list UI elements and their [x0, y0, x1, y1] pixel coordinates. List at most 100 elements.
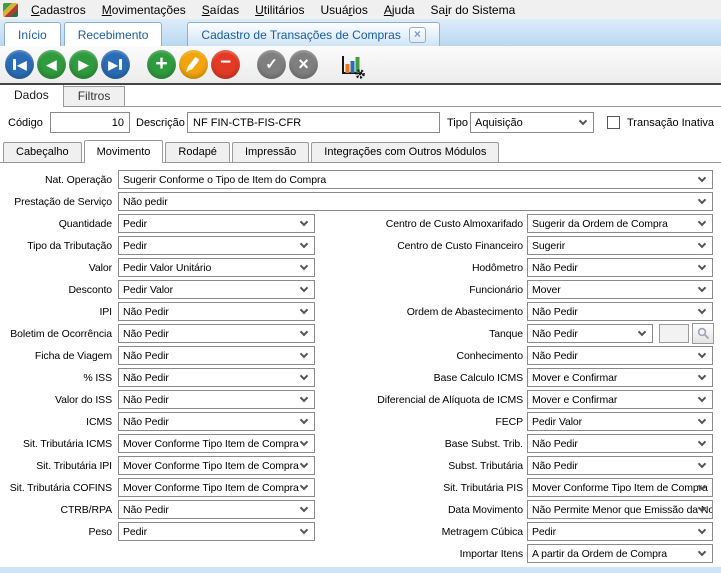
- section-tabs: CabeçalhoMovimentoRodapéImpressãoIntegra…: [0, 140, 721, 163]
- form-row: ValorPedir Valor UnitárioHodômetroNão Pe…: [0, 257, 721, 279]
- label-importar-itens: Importar Itens: [330, 548, 523, 560]
- chevron-down-icon: [698, 283, 706, 291]
- form-row: IPINão PedirOrdem de AbastecimentoNão Pe…: [0, 301, 721, 323]
- select-hodometro[interactable]: Não Pedir: [527, 258, 713, 277]
- select-diferencial-de-aliquota-de-icms[interactable]: Mover e Confirmar: [527, 390, 713, 409]
- select-iss[interactable]: Não Pedir: [118, 368, 315, 387]
- select-valor-do-iss[interactable]: Não Pedir: [118, 390, 315, 409]
- form-row: Sit. Tributária IPIMover Conforme Tipo I…: [0, 455, 721, 477]
- delete-record-button[interactable]: −: [211, 50, 240, 79]
- label-centro-de-custo-financeiro: Centro de Custo Financeiro: [330, 240, 523, 252]
- transacao-inativa-label: Transação Inativa: [627, 117, 714, 129]
- select-subst-tributaria[interactable]: Não Pedir: [527, 456, 713, 475]
- label-prestacao-de-servico: Prestação de Serviço: [0, 196, 112, 208]
- subtab-impressao[interactable]: Impressão: [232, 142, 309, 162]
- next-record-button[interactable]: ▶: [69, 50, 98, 79]
- form-row: Tipo da TributaçãoPedirCentro de Custo F…: [0, 235, 721, 257]
- chevron-down-icon: [300, 525, 308, 533]
- select-icms[interactable]: Não Pedir: [118, 412, 315, 431]
- subtab-movimento[interactable]: Movimento: [84, 140, 164, 163]
- document-tabstrip: Início Recebimento Cadastro de Transações …: [0, 19, 721, 46]
- left-triangle-icon: ◀: [17, 59, 26, 71]
- select-base-subst-trib[interactable]: Não Pedir: [527, 434, 713, 453]
- select-ctrb-rpa[interactable]: Não Pedir: [118, 500, 315, 519]
- toolbar: ◀◀▶▶+−✓×: [0, 46, 721, 83]
- select-data-movimento[interactable]: Não Permite Menor que Emissão da Nota: [527, 500, 713, 519]
- descricao-input[interactable]: [187, 112, 440, 133]
- report-chart-button[interactable]: [335, 50, 367, 80]
- select-centro-de-custo-almoxarifado[interactable]: Sugerir da Ordem de Compra: [527, 214, 713, 233]
- label-centro-de-custo-almoxarifado: Centro de Custo Almoxarifado: [330, 218, 523, 230]
- select-valor[interactable]: Pedir Valor Unitário: [118, 258, 315, 277]
- select-peso[interactable]: Pedir: [118, 522, 315, 541]
- first-record-button[interactable]: ◀: [5, 50, 34, 79]
- tanque-search-button[interactable]: [692, 323, 714, 344]
- menu-item-utilitarios[interactable]: Utilitários: [247, 2, 312, 18]
- select-desconto[interactable]: Pedir Valor: [118, 280, 315, 299]
- codigo-label: Código: [8, 117, 43, 129]
- menu-item-sair-do-sistema[interactable]: Sair do Sistema: [423, 2, 524, 18]
- select-nat-operacao[interactable]: Sugerir Conforme o Tipo de Item do Compr…: [118, 170, 713, 189]
- select-metragem-cubica[interactable]: Pedir: [527, 522, 713, 541]
- select-centro-de-custo-financeiro[interactable]: Sugerir: [527, 236, 713, 255]
- label-sit-tributaria-pis: Sit. Tributária PIS: [330, 482, 523, 494]
- select-conhecimento[interactable]: Não Pedir: [527, 346, 713, 365]
- select-funcionario[interactable]: Mover: [527, 280, 713, 299]
- subtab-cabecalho[interactable]: Cabeçalho: [3, 142, 82, 162]
- close-icon[interactable]: ×: [409, 27, 426, 43]
- select-boletim-de-ocorrencia[interactable]: Não Pedir: [118, 324, 315, 343]
- menu-item-saidas[interactable]: Saídas: [194, 2, 247, 18]
- add-record-button[interactable]: +: [147, 50, 176, 79]
- select-base-calculo-icms[interactable]: Mover e Confirmar: [527, 368, 713, 387]
- tab-dados[interactable]: Dados: [0, 85, 64, 107]
- form-row: Sit. Tributária ICMS Mover Conforme Tipo …: [0, 433, 721, 455]
- chevron-down-icon: [579, 116, 587, 124]
- form-row: Importar Itens A partir da Ordem de Compr…: [0, 543, 721, 565]
- chevron-down-icon: [698, 437, 706, 445]
- tipo-select[interactable]: Aquisição: [470, 112, 594, 133]
- select-prestacao-de-servico[interactable]: Não pedir: [118, 192, 713, 211]
- tab-recebimento[interactable]: Recebimento: [64, 22, 163, 46]
- select-sit-tributaria-ipi[interactable]: Mover Conforme Tipo Item de Compra: [118, 456, 315, 475]
- select-ordem-de-abastecimento[interactable]: Não Pedir: [527, 302, 713, 321]
- select-ficha-de-viagem[interactable]: Não Pedir: [118, 346, 315, 365]
- cancel-button[interactable]: ×: [289, 50, 318, 79]
- menu-item-movimentacoes[interactable]: Movimentações: [94, 2, 194, 18]
- select-quantidade[interactable]: Pedir: [118, 214, 315, 233]
- select-importar-itens[interactable]: A partir da Ordem de Compra: [527, 544, 713, 563]
- label-tanque: Tanque: [330, 328, 523, 340]
- label-quantidade: Quantidade: [0, 218, 112, 230]
- select-ipi[interactable]: Não Pedir: [118, 302, 315, 321]
- menu-item-cadastros[interactable]: Cadastros: [23, 2, 94, 18]
- menu-item-usuarios[interactable]: Usuários: [312, 2, 375, 18]
- confirm-button[interactable]: ✓: [257, 50, 286, 79]
- previous-record-button[interactable]: ◀: [37, 50, 66, 79]
- form-row: Nat. OperaçãoSugerir Conforme o Tipo de …: [0, 169, 721, 191]
- tab-cadastro-de-transacoes-de-compras[interactable]: Cadastro de Transações de Compras×: [187, 22, 439, 46]
- select-fecp[interactable]: Pedir Valor: [527, 412, 713, 431]
- last-record-button[interactable]: ▶: [101, 50, 130, 79]
- transacao-inativa-checkbox[interactable]: [607, 116, 620, 129]
- label-hodometro: Hodômetro: [330, 262, 523, 274]
- select-tipo-da-tributacao[interactable]: Pedir: [118, 236, 315, 255]
- menu-item-ajuda[interactable]: Ajuda: [376, 2, 423, 18]
- label-sit-tributaria-icms: Sit. Tributária ICMS: [0, 438, 112, 450]
- subtab-integracoes-com-outros-modulos[interactable]: Integrações com Outros Módulos: [311, 142, 499, 162]
- form-row: ICMSNão PedirFECPPedir Valor: [0, 411, 721, 433]
- label-peso: Peso: [0, 526, 112, 538]
- select-tanque[interactable]: Não Pedir: [527, 324, 653, 343]
- chevron-down-icon: [300, 415, 308, 423]
- edit-record-button[interactable]: [179, 50, 208, 79]
- codigo-input[interactable]: [50, 112, 130, 133]
- tab-inicio[interactable]: Início: [4, 22, 61, 46]
- movimento-form: Nat. OperaçãoSugerir Conforme o Tipo de …: [0, 163, 721, 565]
- select-sit-tributaria-cofins[interactable]: Mover Conforme Tipo Item de Compra: [118, 478, 315, 497]
- chevron-down-icon: [698, 415, 706, 423]
- select-sit-tributaria-icms[interactable]: Mover Conforme Tipo Item de Compra: [118, 434, 315, 453]
- label-icms: ICMS: [0, 416, 112, 428]
- subtab-rodape[interactable]: Rodapé: [165, 142, 230, 162]
- select-sit-tributaria-pis[interactable]: Mover Conforme Tipo Item de Compra: [527, 478, 713, 497]
- tanque-code-box: [659, 324, 689, 343]
- tab-filtros[interactable]: Filtros: [64, 86, 126, 106]
- tab-label: Início: [18, 28, 47, 42]
